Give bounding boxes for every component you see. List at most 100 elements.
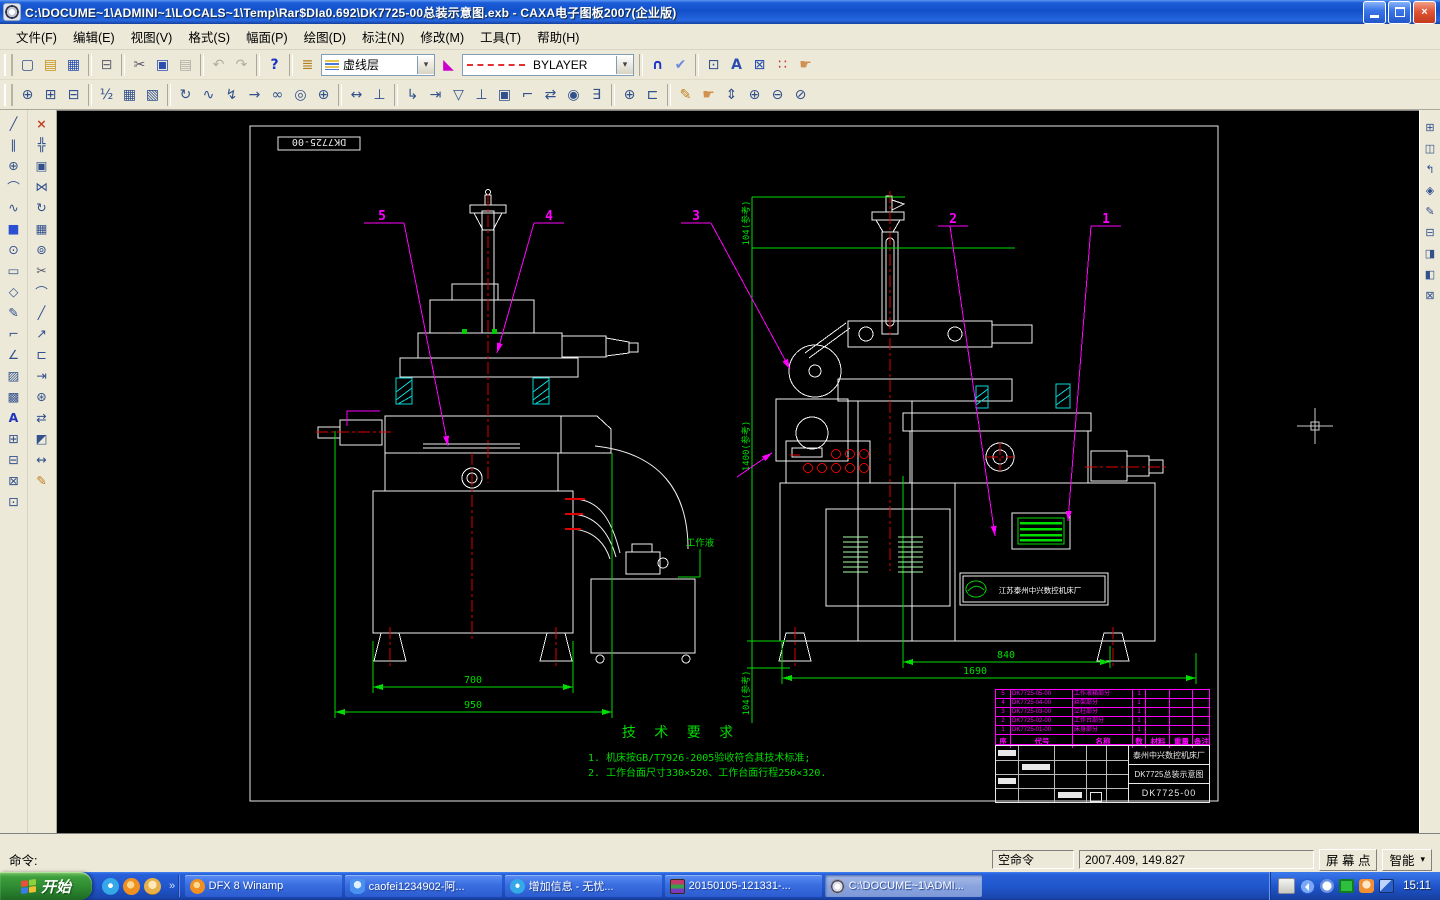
dim-move-tool[interactable]: ↔ [31, 449, 53, 470]
line-tool[interactable]: ╱ [3, 113, 25, 134]
pick-scatter-icon[interactable]: ∷ [771, 53, 794, 76]
menu-item[interactable]: 帮助(H) [529, 24, 587, 49]
scale-ratio-icon[interactable]: ½ [95, 83, 118, 106]
zoom-in-icon[interactable]: ⊕ [743, 83, 766, 106]
view-3d-icon[interactable]: ◫ [1421, 139, 1439, 157]
menu-item[interactable]: 绘图(D) [296, 24, 354, 49]
redo-icon[interactable]: ↷ [230, 53, 253, 76]
block-edit-icon[interactable]: ✎ [1421, 202, 1439, 220]
menu-item[interactable]: 编辑(E) [65, 24, 123, 49]
quicklaunch-messenger-icon[interactable] [144, 878, 161, 895]
toolbar-grip[interactable] [4, 84, 13, 106]
menu-item[interactable]: 视图(V) [123, 24, 181, 49]
taskbar-task[interactable]: C:\DOCUME~1\ADMI... [825, 875, 982, 897]
erase-tool[interactable]: × [31, 113, 53, 134]
menu-item[interactable]: 格式(S) [180, 24, 238, 49]
move-tool[interactable]: ╬ [31, 134, 53, 155]
menu-item[interactable]: 修改(M) [412, 24, 472, 49]
zoom-dynamic-icon[interactable]: ⇕ [720, 83, 743, 106]
taskbar-task[interactable]: DFX 8 Winamp [185, 875, 342, 897]
undo-icon[interactable]: ↶ [207, 53, 230, 76]
arc-tool[interactable]: ⌒ [3, 176, 25, 197]
hatch-tool[interactable]: ▨ [3, 365, 25, 386]
image-tool[interactable]: ▩ [3, 386, 25, 407]
tray-network-icon[interactable] [1379, 879, 1394, 893]
block-insert-icon[interactable]: ↰ [1421, 160, 1439, 178]
shift-tool[interactable]: ⇥ [31, 365, 53, 386]
copy-tool[interactable]: ▣ [31, 155, 53, 176]
ellipse-tool[interactable]: ⊙ [3, 239, 25, 260]
zoom-window-icon[interactable]: ⊞ [39, 83, 62, 106]
toolbar-grip[interactable] [4, 54, 13, 76]
save-icon[interactable]: ▦ [62, 53, 85, 76]
corner-dim-icon[interactable]: ⌐ [516, 83, 539, 106]
edit-pen-icon[interactable]: ✎ [674, 83, 697, 106]
ruler-icon[interactable]: ⊏ [641, 83, 664, 106]
rotate-tool[interactable]: ↻ [31, 197, 53, 218]
target-icon[interactable]: ⊕ [312, 83, 335, 106]
spline-tool[interactable]: ∿ [3, 197, 25, 218]
paste-icon[interactable]: ▤ [174, 53, 197, 76]
pan-hand-icon[interactable]: ☛ [794, 53, 817, 76]
layer-select[interactable]: 虚线层 ▾ [321, 54, 435, 76]
polygon-tool[interactable]: ◇ [3, 281, 25, 302]
restore-button[interactable] [1388, 1, 1411, 24]
print-icon[interactable]: ⊟ [95, 53, 118, 76]
cut-icon[interactable]: ✂ [128, 53, 151, 76]
pick-check-icon[interactable]: ✔ [669, 53, 692, 76]
mirror-tool[interactable]: ⋈ [31, 176, 53, 197]
wave-icon[interactable]: ∿ [197, 83, 220, 106]
color-picker-icon[interactable]: ◣ [437, 53, 460, 76]
ole-object-icon[interactable]: ⊟ [1421, 223, 1439, 241]
library-icon[interactable]: ⊠ [1421, 286, 1439, 304]
match-prop-tool[interactable]: ✎ [31, 470, 53, 491]
title-bar[interactable]: C:\DOCUME~1\ADMINI~1\LOCALS~1\Temp\Rar$D… [0, 0, 1440, 24]
datum-icon[interactable]: ⇥ [424, 83, 447, 106]
snap-mode-select[interactable]: 智能 ▾ [1382, 849, 1432, 871]
tray-display-icon[interactable] [1339, 879, 1354, 893]
menu-item[interactable]: 工具(T) [472, 24, 529, 49]
symbol-icon[interactable]: ⊥ [470, 83, 493, 106]
quick-launch-overflow-icon[interactable]: » [169, 880, 175, 892]
chevron-down-icon[interactable]: ▾ [616, 56, 633, 74]
arrow-icon[interactable]: → [243, 83, 266, 106]
table-icon[interactable]: ▦ [118, 83, 141, 106]
link-icon[interactable]: ∞ [266, 83, 289, 106]
dimstyle-b-tool[interactable]: ⊠ [3, 470, 25, 491]
dimstyle-c-tool[interactable]: ⊡ [3, 491, 25, 512]
zoom-page-icon[interactable]: ⊟ [62, 83, 85, 106]
search-icon[interactable]: ◎ [289, 83, 312, 106]
block-create-icon[interactable]: ⊞ [1421, 118, 1439, 136]
block-tool[interactable]: ⊞ [3, 428, 25, 449]
tray-collapse-icon[interactable] [1300, 879, 1315, 894]
xref-icon[interactable]: ◨ [1421, 244, 1439, 262]
copy-icon[interactable]: ▣ [151, 53, 174, 76]
extend-tool[interactable]: ↗ [31, 323, 53, 344]
swap-dim-icon[interactable]: ⇄ [539, 83, 562, 106]
explode-tool[interactable]: ⊛ [31, 386, 53, 407]
rotate-view-icon[interactable]: ↻ [174, 83, 197, 106]
tolerance-icon[interactable]: ▽ [447, 83, 470, 106]
layer-manager-icon[interactable]: ≣ [296, 53, 319, 76]
angle-line-tool[interactable]: ∠ [3, 344, 25, 365]
polyline-tool[interactable]: ⌐ [3, 323, 25, 344]
sheet-edit-icon[interactable]: ▧ [141, 83, 164, 106]
quicklaunch-browser-icon[interactable] [102, 878, 119, 895]
block-attr-icon[interactable]: ◈ [1421, 181, 1439, 199]
menu-item[interactable]: 文件(F) [8, 24, 65, 49]
inspect-icon[interactable]: ⊕ [618, 83, 641, 106]
pick-add-icon[interactable]: ∩ [646, 53, 669, 76]
image-ref-icon[interactable]: ◧ [1421, 265, 1439, 283]
screen-point-button[interactable]: 屏 幕 点 [1319, 849, 1377, 871]
help-icon[interactable]: ? [263, 53, 286, 76]
trim-tool[interactable]: ✂ [31, 260, 53, 281]
close-button[interactable]: × [1413, 1, 1436, 24]
fillet-tool[interactable]: ⌒ [31, 281, 53, 302]
find-dim-icon[interactable]: ◉ [562, 83, 585, 106]
new-file-icon[interactable]: ▢ [16, 53, 39, 76]
dimstyle-a-tool[interactable]: ⊟ [3, 449, 25, 470]
chevron-down-icon[interactable]: ▾ [417, 56, 434, 74]
menu-item[interactable]: 幅面(P) [238, 24, 296, 49]
tray-wangwang-icon[interactable] [1359, 879, 1374, 893]
parallel-tool[interactable]: ∥ [3, 134, 25, 155]
